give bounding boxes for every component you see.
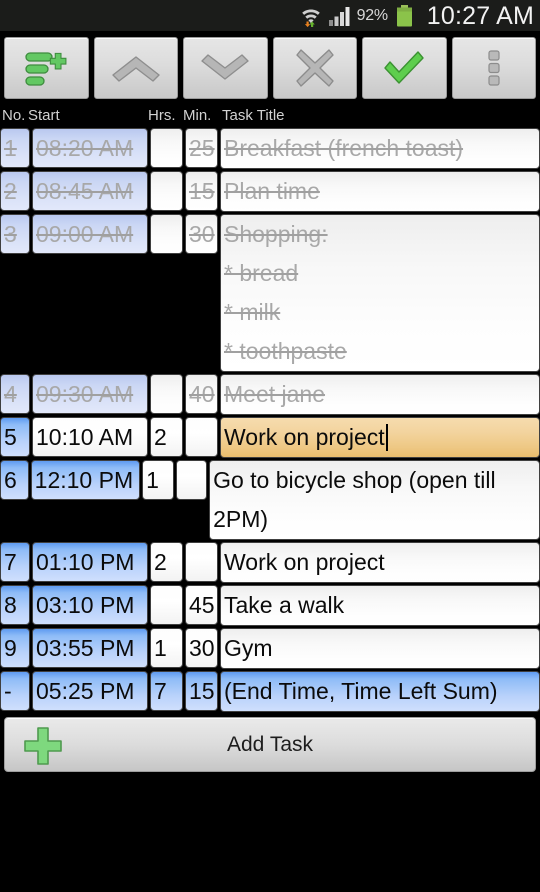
header-hrs: Hrs. (148, 107, 176, 124)
cell-no[interactable]: 9 (0, 628, 30, 668)
plus-icon (23, 726, 63, 771)
cell-title[interactable]: Meet jane (220, 374, 540, 415)
table-row[interactable]: 9 03:55 PM 1 30 Gym (0, 628, 540, 669)
cell-title[interactable]: Work on project (220, 417, 540, 458)
cell-title[interactable]: Take a walk (220, 585, 540, 626)
cell-hrs[interactable]: 7 (150, 671, 183, 711)
cell-min[interactable] (185, 417, 218, 457)
cell-title[interactable]: Gym (220, 628, 540, 669)
cellular-signal-icon (328, 6, 351, 26)
task-table: 1 08:20 AM 25 Breakfast (french toast) 2 08:4… (0, 128, 540, 712)
cell-start[interactable]: 08:45 AM (32, 171, 148, 211)
three-dots-icon (488, 50, 500, 86)
cell-title[interactable]: Shopping: * bread * milk * toothpaste (220, 214, 540, 372)
list-add-icon (25, 52, 67, 86)
header-no: No. (2, 107, 26, 124)
cell-start[interactable]: 09:30 AM (32, 374, 148, 414)
cell-no[interactable]: 7 (0, 542, 30, 582)
cell-no[interactable]: 6 (0, 460, 29, 500)
add-task-label: Add Task (227, 732, 313, 756)
cell-min[interactable]: 25 (185, 128, 218, 168)
cell-start[interactable]: 03:10 PM (32, 585, 148, 625)
table-row[interactable]: 1 08:20 AM 25 Breakfast (french toast) (0, 128, 540, 169)
cell-no[interactable]: 5 (0, 417, 30, 457)
cell-hrs[interactable] (150, 585, 183, 625)
cell-no[interactable]: 3 (0, 214, 30, 254)
battery-percent-label: 92% (357, 7, 388, 25)
cell-title[interactable]: Go to bicycle shop (open till 2PM) (209, 460, 540, 540)
status-bar: 92% 10:27 AM (0, 0, 540, 32)
cell-hrs[interactable]: 2 (150, 542, 183, 582)
cell-hrs[interactable]: 2 (150, 417, 183, 457)
cell-min[interactable]: 30 (185, 628, 218, 668)
cell-start[interactable]: 09:00 AM (32, 214, 148, 254)
cell-start[interactable]: 08:20 AM (32, 128, 148, 168)
cell-min[interactable] (175, 460, 208, 500)
cell-min[interactable]: 30 (185, 214, 218, 254)
header-min: Min. (183, 107, 212, 124)
cell-hrs[interactable] (150, 214, 183, 254)
cell-hrs[interactable] (150, 171, 183, 211)
chevron-up-icon (112, 56, 160, 82)
column-headers: No. Start Hrs. Min. Task Title (0, 104, 540, 128)
text-cursor (385, 424, 388, 451)
cell-start[interactable]: 10:10 AM (32, 417, 148, 457)
toolbar (0, 32, 540, 104)
cell-min[interactable] (185, 542, 218, 582)
cell-start[interactable]: 12:10 PM (30, 460, 141, 500)
table-row[interactable]: 7 01:10 PM 2 Work on project (0, 542, 540, 583)
cell-min[interactable]: 15 (185, 171, 218, 211)
cell-hrs[interactable]: 1 (142, 460, 174, 500)
header-start: Start (28, 107, 60, 124)
table-row[interactable]: 8 03:10 PM 45 Take a walk (0, 585, 540, 626)
delete-button[interactable] (272, 37, 357, 99)
battery-icon (394, 4, 413, 27)
cell-hrs[interactable]: 1 (150, 628, 183, 668)
table-row[interactable]: 2 08:45 AM 15 Plan time (0, 171, 540, 212)
cell-title[interactable]: Work on project (220, 542, 540, 583)
move-up-button[interactable] (93, 37, 178, 99)
cell-no[interactable]: - (0, 671, 30, 711)
table-row[interactable]: -05:25 PM 7 15 (End Time, Time Left Sum) (0, 671, 540, 712)
cell-no[interactable]: 1 (0, 128, 30, 168)
close-x-icon (296, 49, 334, 87)
table-row[interactable]: 3 09:00 AM 30 Shopping: * bread * milk * to… (0, 214, 540, 372)
cell-no[interactable]: 8 (0, 585, 30, 625)
battery-percent-text: 92% (356, 6, 388, 24)
chevron-down-icon (201, 54, 249, 80)
cell-min[interactable]: 15 (185, 671, 218, 711)
confirm-button[interactable] (362, 37, 447, 99)
checkmark-icon (384, 51, 424, 84)
cell-hrs[interactable] (150, 374, 183, 414)
cell-start[interactable]: 05:25 PM (32, 671, 148, 711)
cell-start[interactable]: 01:10 PM (32, 542, 148, 582)
move-down-button[interactable] (183, 37, 268, 99)
cell-min[interactable]: 40 (185, 374, 218, 414)
table-row[interactable]: 5 10:10 AM 2 Work on project (0, 417, 540, 458)
header-title: Task Title (222, 107, 285, 124)
cell-min[interactable]: 45 (185, 585, 218, 625)
cell-title[interactable]: Plan time (220, 171, 540, 212)
cell-no[interactable]: 2 (0, 171, 30, 211)
table-row[interactable]: 4 09:30 AM 40 Meet jane (0, 374, 540, 415)
overflow-menu-button[interactable] (451, 37, 536, 99)
empty-area (0, 772, 540, 892)
cell-start[interactable]: 03:55 PM (32, 628, 148, 668)
cell-no[interactable]: 4 (0, 374, 30, 414)
table-row[interactable]: 6 12:10 PM 1 Go to bicycle shop (open till … (0, 460, 540, 540)
cell-title[interactable]: Breakfast (french toast) (220, 128, 540, 169)
cell-hrs[interactable] (150, 128, 183, 168)
add-task-row-button[interactable] (4, 37, 89, 99)
status-clock: 10:27 AM (419, 3, 534, 29)
clock-text: 10:27 AM (426, 1, 534, 30)
add-task-button[interactable]: Add Task (4, 717, 536, 772)
wifi-icon (299, 5, 323, 27)
cell-title[interactable]: (End Time, Time Left Sum) (220, 671, 540, 712)
